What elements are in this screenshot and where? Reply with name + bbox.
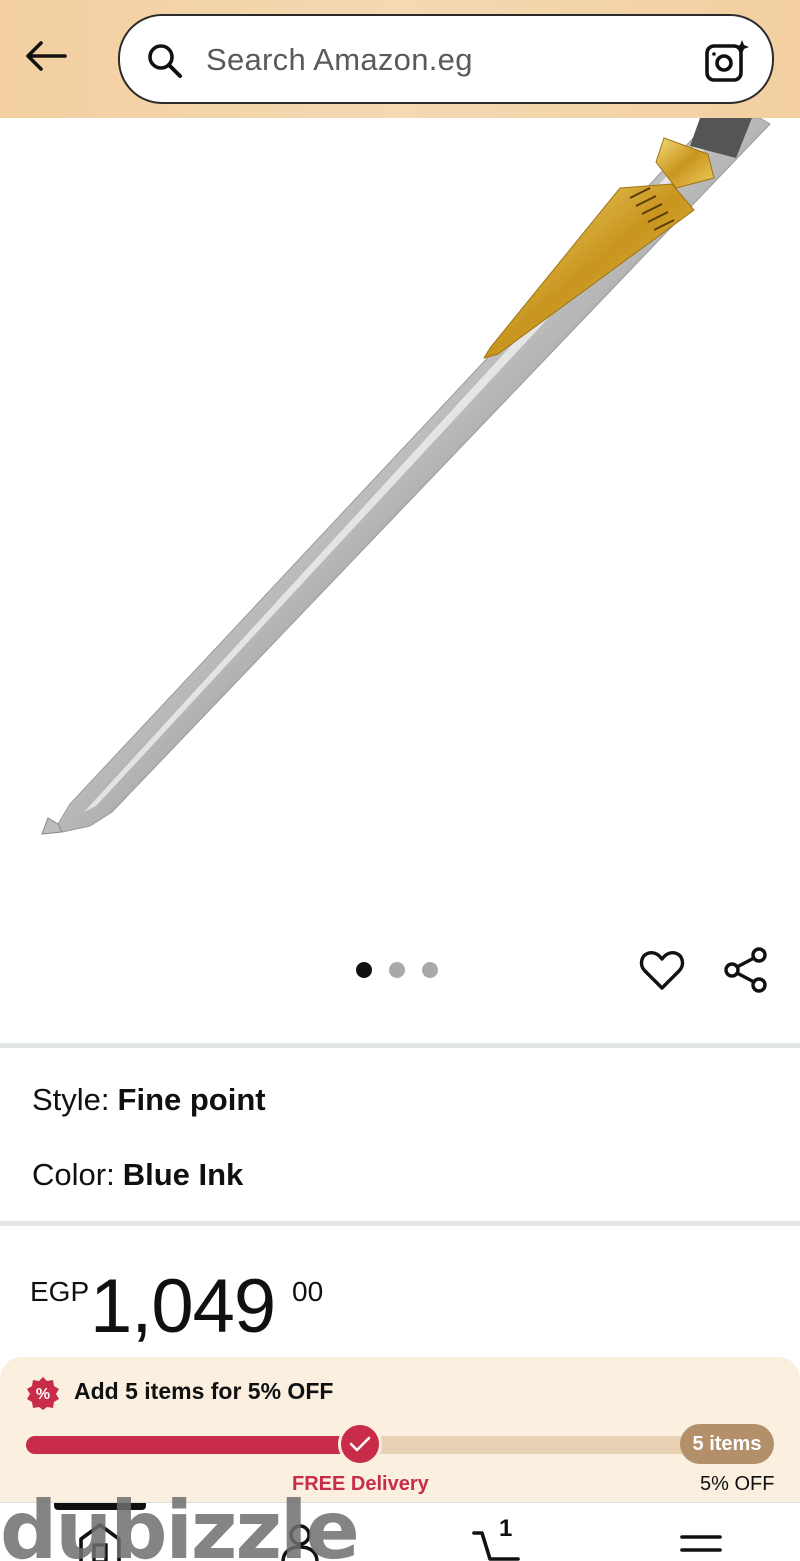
image-pagination[interactable]: [356, 962, 438, 978]
style-value: Fine point: [117, 1082, 266, 1117]
discount-label: 5% OFF: [700, 1473, 775, 1495]
price-fraction: 00: [292, 1276, 324, 1307]
search-input[interactable]: Search Amazon.eg: [206, 42, 473, 78]
promo-progress-fill: [26, 1436, 377, 1454]
pagination-dot[interactable]: [389, 962, 405, 978]
camera-search-icon[interactable]: [704, 38, 750, 84]
percent-badge-text: %: [36, 1386, 50, 1403]
promo-title: Add 5 items for 5% OFF: [74, 1378, 334, 1404]
arrow-left-icon: [26, 41, 67, 71]
product-image[interactable]: [0, 118, 800, 938]
top-header: Search Amazon.eg: [0, 0, 800, 118]
color-label: Color:: [32, 1157, 115, 1192]
cart-count: 1: [499, 1515, 513, 1542]
section-divider: [0, 1221, 800, 1226]
menu-icon[interactable]: [676, 1521, 726, 1561]
percent-badge-icon: %: [27, 1377, 59, 1410]
promo-progress-track: [26, 1436, 772, 1454]
back-button[interactable]: [22, 34, 70, 78]
check-icon: [349, 1436, 371, 1452]
items-milestone-badge: 5 items: [680, 1424, 774, 1464]
color-value: Blue Ink: [122, 1157, 244, 1192]
free-delivery-milestone: [338, 1422, 382, 1466]
style-label: Style:: [32, 1082, 110, 1117]
search-icon: [148, 44, 182, 78]
share-icon[interactable]: [722, 946, 770, 994]
watermark-text: dubizzle: [0, 1484, 360, 1561]
heart-icon[interactable]: [638, 946, 686, 994]
price-currency: EGP: [30, 1276, 90, 1307]
pagination-dot[interactable]: [422, 962, 438, 978]
pagination-dot[interactable]: [356, 962, 372, 978]
dubizzle-watermark: dubizzle: [0, 1484, 360, 1561]
color-selector[interactable]: Color: Blue Ink: [32, 1157, 243, 1193]
pen-illustration: [41, 118, 771, 835]
search-bar[interactable]: Search Amazon.eg: [118, 14, 774, 104]
style-selector[interactable]: Style: Fine point: [32, 1082, 266, 1118]
cart-button[interactable]: 1: [472, 1515, 522, 1561]
price-whole: 1,049: [90, 1264, 276, 1349]
section-divider: [0, 1043, 800, 1048]
